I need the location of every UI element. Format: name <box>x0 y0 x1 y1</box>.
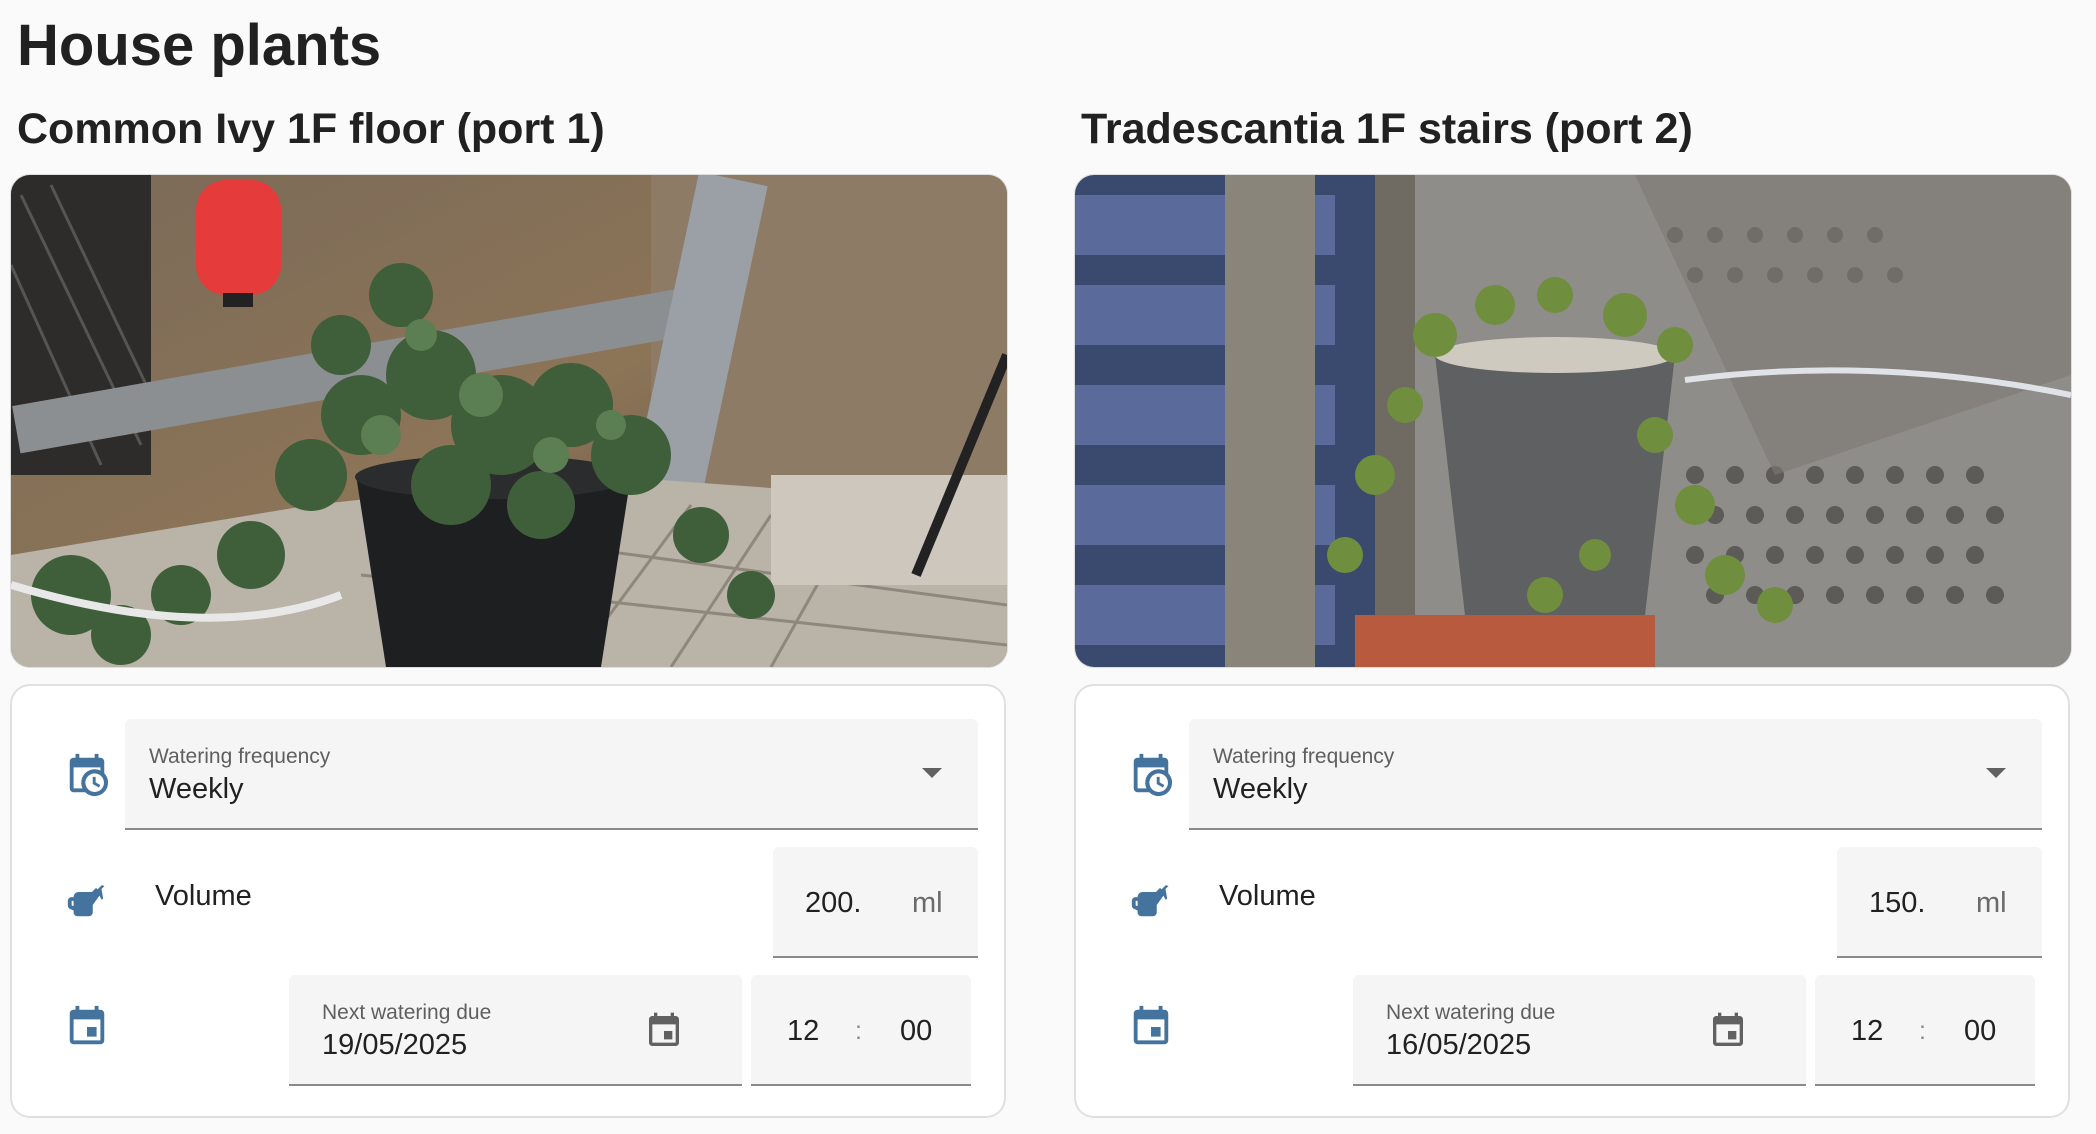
watering-can-icon <box>1128 876 1174 922</box>
volume-unit: ml <box>912 887 943 919</box>
watering-can-icon <box>64 876 110 922</box>
volume-input[interactable]: 200. ml <box>773 847 978 958</box>
time-separator: : <box>855 1017 862 1045</box>
volume-label: Volume <box>155 880 252 912</box>
plant-photo[interactable] <box>10 174 1008 668</box>
calendar-icon <box>1128 1004 1174 1050</box>
plant-title: Tradescantia 1F stairs (port 2) <box>1081 105 1693 153</box>
date-value: 19/05/2025 <box>322 1029 468 1061</box>
time-separator: : <box>1919 1017 1926 1045</box>
volume-value: 200. <box>805 887 862 919</box>
field-label: Watering frequency <box>149 745 331 768</box>
plant-title: Common Ivy 1F floor (port 1) <box>17 105 605 153</box>
field-label: Next watering due <box>1386 1001 1556 1024</box>
hour-value[interactable]: 12 <box>1851 1015 1883 1048</box>
volume-value: 150. <box>1869 887 1926 919</box>
next-watering-date-input[interactable]: Next watering due 16/05/2025 <box>1353 975 1806 1086</box>
calendar-picker-icon[interactable] <box>644 1010 684 1052</box>
calendar-clock-icon <box>64 752 110 798</box>
chevron-down-icon <box>922 768 942 778</box>
plant-settings-card: Watering frequency Weekly Volume 200. ml… <box>10 684 1006 1118</box>
field-value: Weekly <box>1213 773 1308 805</box>
minute-value[interactable]: 00 <box>900 1015 932 1048</box>
field-label: Next watering due <box>322 1001 492 1024</box>
minute-value[interactable]: 00 <box>1964 1015 1996 1048</box>
page-title: House plants <box>17 13 382 78</box>
hour-value[interactable]: 12 <box>787 1015 819 1048</box>
next-watering-date-input[interactable]: Next watering due 19/05/2025 <box>289 975 742 1086</box>
field-label: Watering frequency <box>1213 745 1395 768</box>
volume-input[interactable]: 150. ml <box>1837 847 2042 958</box>
next-watering-time-input[interactable]: 12 : 00 <box>751 975 971 1086</box>
next-watering-time-input[interactable]: 12 : 00 <box>1815 975 2035 1086</box>
calendar-picker-icon[interactable] <box>1708 1010 1748 1052</box>
calendar-clock-icon <box>1128 752 1174 798</box>
date-value: 16/05/2025 <box>1386 1029 1532 1061</box>
volume-label: Volume <box>1219 880 1316 912</box>
watering-frequency-select[interactable]: Watering frequency Weekly <box>1189 719 2042 830</box>
watering-frequency-select[interactable]: Watering frequency Weekly <box>125 719 978 830</box>
plant-settings-card: Watering frequency Weekly Volume 150. ml… <box>1074 684 2070 1118</box>
chevron-down-icon <box>1986 768 2006 778</box>
plant-photo[interactable] <box>1074 174 2072 668</box>
field-value: Weekly <box>149 773 244 805</box>
calendar-icon <box>64 1004 110 1050</box>
volume-unit: ml <box>1976 887 2007 919</box>
